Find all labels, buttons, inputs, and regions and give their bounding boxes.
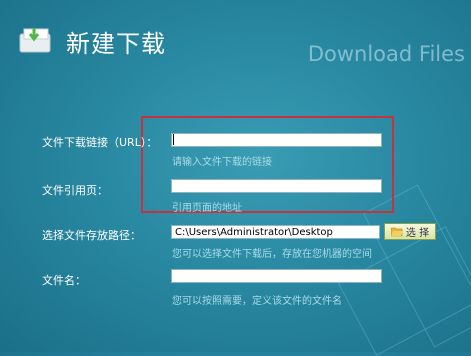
save-path-hint: 您可以选择文件下载后，存放在您机器的空间 [172,249,372,260]
filename-hint: 您可以按照需要，定义该文件的文件名 [172,296,342,307]
browse-button[interactable]: 选 择 [384,223,436,240]
page-title: 新建下载 [66,30,166,58]
url-input[interactable] [171,133,382,147]
page-subtitle: Download Files [307,42,465,66]
url-hint: 请输入文件下载的链接 [172,157,272,168]
url-label: 文件下载链接（URL）： [42,136,158,149]
save-path-input[interactable]: C:\Users\Administrator\Desktop [171,225,380,239]
referrer-hint: 引用页面的地址 [172,203,242,214]
save-path-label: 选择文件存放路径： [42,229,141,242]
filename-label: 文件名： [42,274,86,287]
folder-icon [390,227,403,236]
referrer-input[interactable] [171,179,382,193]
filename-input[interactable] [171,269,382,283]
download-folder-icon [19,28,51,53]
text-caret [173,134,174,145]
browse-button-label: 选 择 [405,228,430,239]
referrer-label: 文件引用页： [42,184,108,197]
